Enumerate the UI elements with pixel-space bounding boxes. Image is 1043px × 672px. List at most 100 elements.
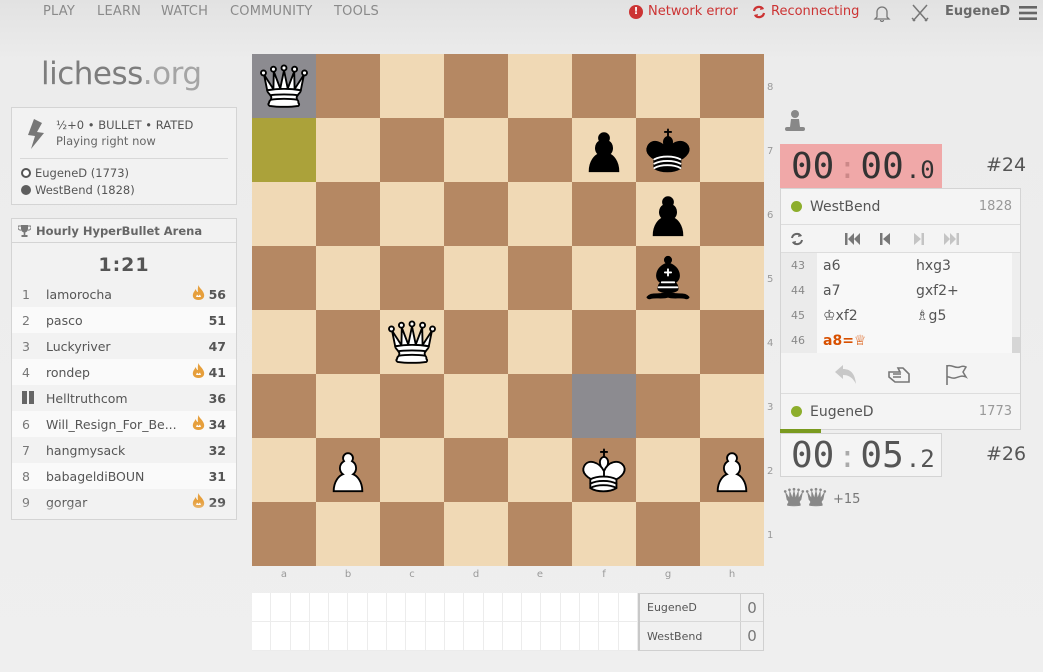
square-b4[interactable]	[316, 310, 380, 374]
square-b6[interactable]	[316, 182, 380, 246]
scrollbar-thumb[interactable]	[1012, 337, 1020, 353]
square-f1[interactable]	[572, 502, 636, 566]
flip-board-button[interactable]	[787, 230, 807, 248]
square-a7[interactable]	[252, 118, 316, 182]
white-queen-icon[interactable]	[256, 58, 312, 114]
standings-player-name[interactable]: hangmysack	[46, 443, 192, 458]
square-a6[interactable]	[252, 182, 316, 246]
white-move[interactable]: ♔xf2	[817, 308, 916, 324]
square-a5[interactable]	[252, 246, 316, 310]
square-f4[interactable]	[572, 310, 636, 374]
square-h2[interactable]	[700, 438, 764, 502]
square-d3[interactable]	[444, 374, 508, 438]
square-g5[interactable]	[636, 246, 700, 310]
square-c6[interactable]	[380, 182, 444, 246]
square-e1[interactable]	[508, 502, 572, 566]
nav-tools[interactable]: TOOLS	[334, 4, 379, 19]
square-b7[interactable]	[316, 118, 380, 182]
square-g6[interactable]	[636, 182, 700, 246]
square-e2[interactable]	[508, 438, 572, 502]
next-move-button[interactable]	[909, 230, 929, 248]
square-c7[interactable]	[380, 118, 444, 182]
main-menu-button[interactable]	[1017, 2, 1039, 24]
square-c4[interactable]	[380, 310, 444, 374]
nav-community[interactable]: COMMUNITY	[230, 4, 313, 19]
last-move-button[interactable]	[941, 230, 961, 248]
crosstable-player-name[interactable]: WestBend	[640, 630, 740, 643]
square-h6[interactable]	[700, 182, 764, 246]
square-f5[interactable]	[572, 246, 636, 310]
standings-player-name[interactable]: Will_Resign_For_Be...	[46, 417, 192, 432]
standings-row[interactable]: 3 Luckyriver 47	[12, 333, 236, 359]
resign-button[interactable]	[943, 363, 969, 387]
square-h3[interactable]	[700, 374, 764, 438]
black-move[interactable]: ♗g5	[916, 308, 1020, 324]
square-g2[interactable]	[636, 438, 700, 502]
white-king-icon[interactable]	[576, 442, 632, 498]
white-queen-icon[interactable]	[384, 314, 440, 370]
square-d6[interactable]	[444, 182, 508, 246]
square-e7[interactable]	[508, 118, 572, 182]
square-c8[interactable]	[380, 54, 444, 118]
standings-player-name[interactable]: rondep	[46, 365, 192, 380]
black-bishop-icon[interactable]	[640, 250, 696, 306]
user-menu-link[interactable]: EugeneD	[945, 4, 1010, 19]
standings-player-name[interactable]: Luckyriver	[46, 339, 192, 354]
standings-row[interactable]: 1 lamorocha 56	[12, 281, 236, 307]
square-c1[interactable]	[380, 502, 444, 566]
black-pawn-icon[interactable]	[576, 122, 632, 178]
notifications-button[interactable]	[871, 2, 893, 24]
square-b5[interactable]	[316, 246, 380, 310]
square-d1[interactable]	[444, 502, 508, 566]
offer-draw-button[interactable]	[887, 363, 913, 387]
square-e5[interactable]	[508, 246, 572, 310]
square-e3[interactable]	[508, 374, 572, 438]
square-e4[interactable]	[508, 310, 572, 374]
standings-player-name[interactable]: babageldiBOUN	[46, 469, 192, 484]
square-g3[interactable]	[636, 374, 700, 438]
square-a4[interactable]	[252, 310, 316, 374]
square-f7[interactable]	[572, 118, 636, 182]
site-logo[interactable]: lichess.org	[41, 56, 202, 92]
nav-learn[interactable]: LEARN	[97, 4, 141, 19]
square-b2[interactable]	[316, 438, 380, 502]
black-move[interactable]: hxg3	[916, 258, 1020, 274]
square-h4[interactable]	[700, 310, 764, 374]
square-b1[interactable]	[316, 502, 380, 566]
takeback-button[interactable]	[833, 363, 859, 387]
square-c3[interactable]	[380, 374, 444, 438]
my-name[interactable]: EugeneD	[810, 404, 979, 420]
square-f2[interactable]	[572, 438, 636, 502]
tournament-header[interactable]: Hourly HyperBullet Arena	[12, 219, 236, 243]
white-move[interactable]: a8=♕	[817, 333, 916, 349]
move-list-scrollbar[interactable]	[1012, 253, 1020, 353]
square-h8[interactable]	[700, 54, 764, 118]
square-d2[interactable]	[444, 438, 508, 502]
standings-row[interactable]: 8 babageldiBOUN 31	[12, 463, 236, 489]
standings-row[interactable]: 4 rondep 41	[12, 359, 236, 385]
square-g4[interactable]	[636, 310, 700, 374]
standings-row[interactable]: 7 hangmysack 32	[12, 437, 236, 463]
square-f6[interactable]	[572, 182, 636, 246]
challenges-button[interactable]	[909, 2, 931, 24]
standings-row[interactable]: 2 pasco 51	[12, 307, 236, 333]
nav-watch[interactable]: WATCH	[161, 4, 208, 19]
square-f8[interactable]	[572, 54, 636, 118]
standings-player-name[interactable]: lamorocha	[46, 287, 192, 302]
standings-player-name[interactable]: Helltruthcom	[46, 391, 192, 406]
square-c2[interactable]	[380, 438, 444, 502]
opponent-name[interactable]: WestBend	[810, 199, 979, 215]
square-b3[interactable]	[316, 374, 380, 438]
crosstable-player-name[interactable]: EugeneD	[640, 601, 740, 614]
white-pawn-icon[interactable]	[704, 442, 760, 498]
square-h5[interactable]	[700, 246, 764, 310]
square-g1[interactable]	[636, 502, 700, 566]
black-player-info[interactable]: WestBend (1828)	[21, 183, 135, 197]
standings-player-name[interactable]: pasco	[46, 313, 192, 328]
square-f3[interactable]	[572, 374, 636, 438]
square-a2[interactable]	[252, 438, 316, 502]
prev-move-button[interactable]	[875, 230, 895, 248]
square-d4[interactable]	[444, 310, 508, 374]
white-move[interactable]: a6	[817, 258, 916, 274]
white-player-info[interactable]: EugeneD (1773)	[21, 166, 129, 180]
